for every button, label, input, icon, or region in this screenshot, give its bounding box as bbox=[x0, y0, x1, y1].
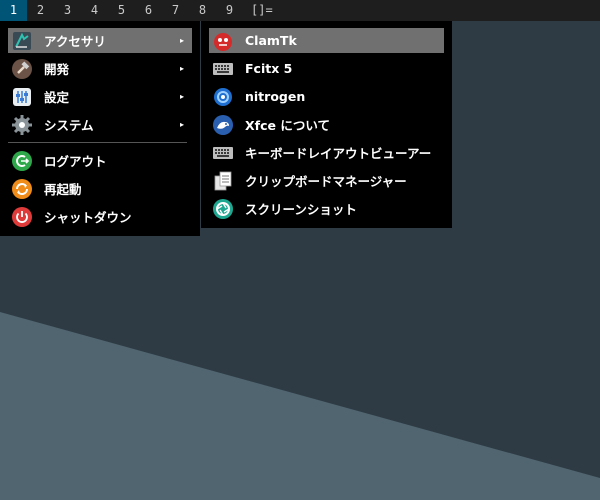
workspace-5[interactable]: 5 bbox=[108, 0, 135, 21]
submenu-arrow-icon: ▸ bbox=[179, 64, 184, 73]
power-icon bbox=[11, 206, 33, 228]
menu-item-label: シャットダウン bbox=[44, 210, 132, 225]
menu-item-system[interactable]: システム ▸ bbox=[8, 112, 192, 137]
submenu-arrow-icon: ▸ bbox=[179, 120, 184, 129]
menu-item-nitrogen[interactable]: nitrogen bbox=[209, 84, 444, 109]
menu-item-label: 設定 bbox=[44, 90, 70, 105]
workspace-4[interactable]: 4 bbox=[81, 0, 108, 21]
menu-item-accessories[interactable]: アクセサリ ▸ bbox=[8, 28, 192, 53]
workspace-1[interactable]: 1 bbox=[0, 0, 27, 21]
clamtk-icon bbox=[212, 30, 234, 52]
menu-item-clamtk[interactable]: ClamTk bbox=[209, 28, 444, 53]
restart-icon bbox=[11, 178, 33, 200]
accessories-icon bbox=[11, 30, 33, 52]
gear-icon bbox=[11, 114, 33, 136]
clipboard-icon bbox=[212, 170, 234, 192]
main-menu: アクセサリ ▸ 開発 ▸ 設定 ▸ システム ▸ ログアウト 再起動 シャットダ… bbox=[0, 21, 200, 236]
menu-item-label: ClamTk bbox=[245, 33, 297, 48]
menu-item-label: キーボードレイアウトビューアー bbox=[245, 146, 432, 161]
workspace-2[interactable]: 2 bbox=[27, 0, 54, 21]
nitrogen-icon bbox=[212, 86, 234, 108]
menu-item-keyboard-layout-viewer[interactable]: キーボードレイアウトビューアー bbox=[209, 140, 444, 165]
workspace-8[interactable]: 8 bbox=[189, 0, 216, 21]
menu-item-label: Fcitx 5 bbox=[245, 61, 293, 76]
workspace-6[interactable]: 6 bbox=[135, 0, 162, 21]
hammer-icon bbox=[11, 58, 33, 80]
menu-item-logout[interactable]: ログアウト bbox=[8, 148, 192, 173]
menu-item-label: nitrogen bbox=[245, 89, 306, 104]
logout-icon bbox=[11, 150, 33, 172]
menu-item-development[interactable]: 開発 ▸ bbox=[8, 56, 192, 81]
menu-item-label: スクリーンショット bbox=[245, 202, 357, 217]
taskbar: 1 2 3 4 5 6 7 8 9 []= bbox=[0, 0, 600, 21]
submenu-arrow-icon: ▸ bbox=[179, 92, 184, 101]
submenu-arrow-icon: ▸ bbox=[179, 36, 184, 45]
menu-item-restart[interactable]: 再起動 bbox=[8, 176, 192, 201]
menu-item-label: アクセサリ bbox=[44, 34, 106, 49]
menu-item-label: ログアウト bbox=[44, 154, 107, 169]
camera-icon bbox=[212, 198, 234, 220]
menu-item-label: システム bbox=[44, 118, 94, 133]
menu-item-label: クリップボードマネージャー bbox=[245, 174, 407, 189]
layout-indicator[interactable]: []= bbox=[243, 0, 273, 21]
workspace-3[interactable]: 3 bbox=[54, 0, 81, 21]
menu-separator bbox=[8, 142, 187, 143]
menu-item-settings[interactable]: 設定 ▸ bbox=[8, 84, 192, 109]
settings-icon bbox=[11, 86, 33, 108]
xfce-icon bbox=[212, 114, 234, 136]
menu-item-fcitx5[interactable]: Fcitx 5 bbox=[209, 56, 444, 81]
workspace-7[interactable]: 7 bbox=[162, 0, 189, 21]
accessories-submenu: ClamTk Fcitx 5 nitrogen Xfce について キーボードレ… bbox=[201, 21, 452, 228]
menu-item-shutdown[interactable]: シャットダウン bbox=[8, 204, 192, 229]
menu-item-label: Xfce について bbox=[245, 118, 330, 133]
menu-item-screenshot[interactable]: スクリーンショット bbox=[209, 196, 444, 221]
workspace-9[interactable]: 9 bbox=[216, 0, 243, 21]
menu-item-about-xfce[interactable]: Xfce について bbox=[209, 112, 444, 137]
keyboard-icon bbox=[212, 142, 234, 164]
menu-item-label: 再起動 bbox=[44, 182, 82, 197]
menu-item-label: 開発 bbox=[44, 62, 70, 77]
menu-item-clipboard-manager[interactable]: クリップボードマネージャー bbox=[209, 168, 444, 193]
keyboard-icon bbox=[212, 58, 234, 80]
